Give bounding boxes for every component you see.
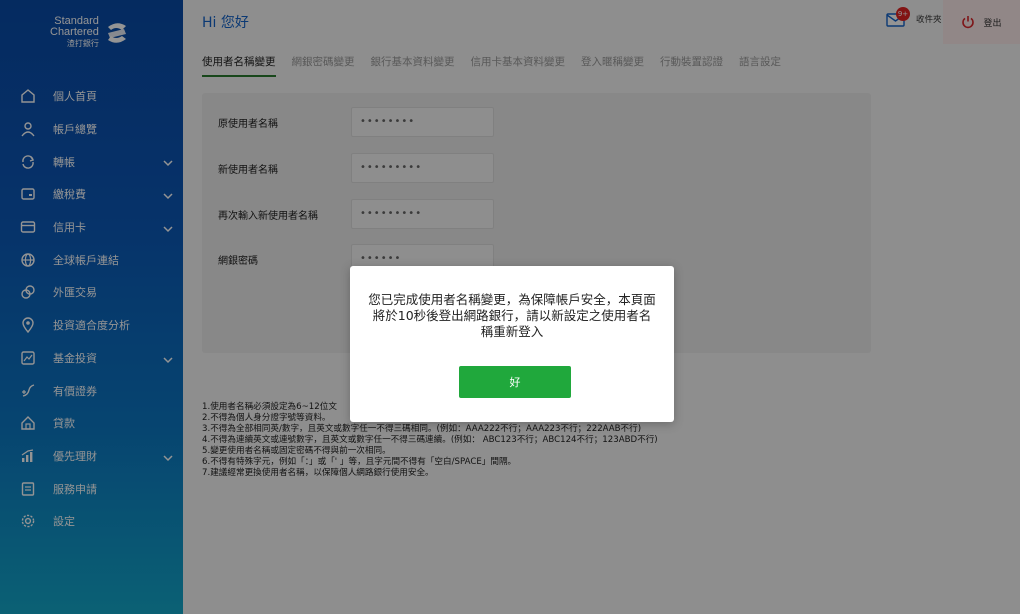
logout-notice-dialog: 您已完成使用者名稱變更，為保障帳戶安全，本頁面將於10秒後登出網路銀行，請以新設…	[350, 266, 674, 422]
dialog-message: 您已完成使用者名稱變更，為保障帳戶安全，本頁面將於10秒後登出網路銀行，請以新設…	[368, 292, 656, 339]
ok-button[interactable]: 好	[459, 366, 571, 398]
